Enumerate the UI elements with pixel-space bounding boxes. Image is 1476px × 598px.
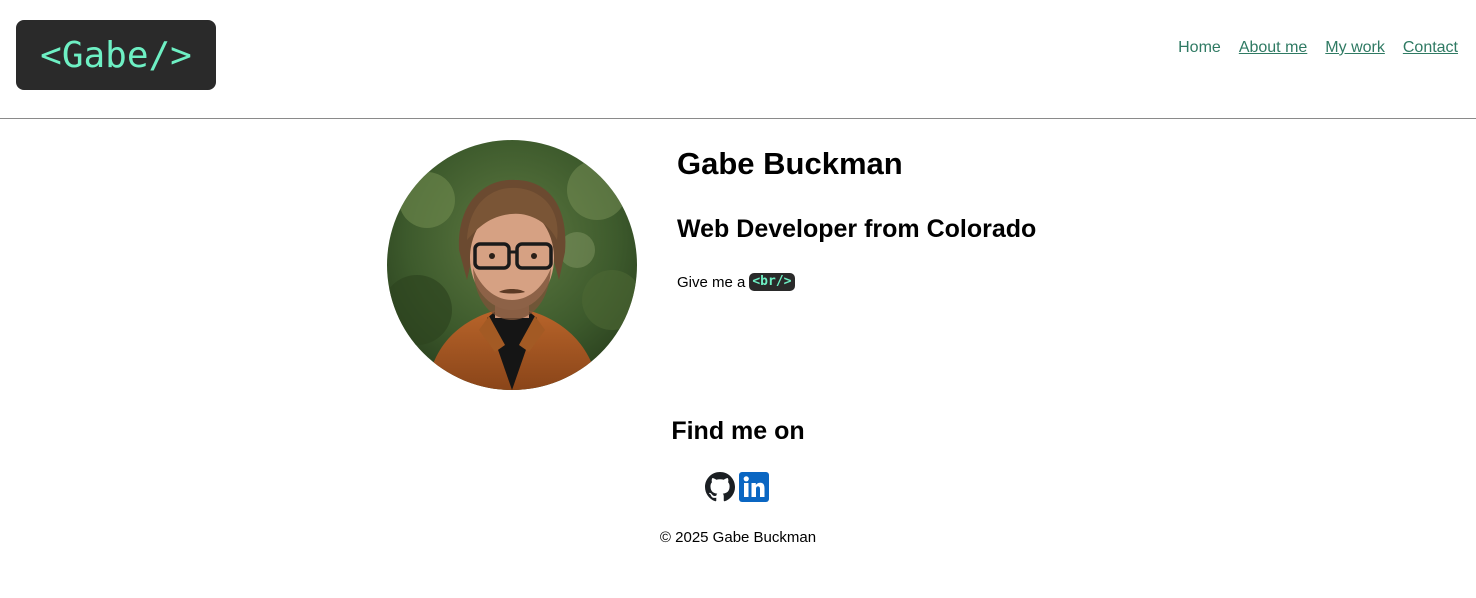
github-icon[interactable] xyxy=(705,472,735,502)
nav-link-about[interactable]: About me xyxy=(1239,39,1307,57)
nav-link-work[interactable]: My work xyxy=(1325,39,1385,57)
footer-copyright: © 2025 Gabe Buckman xyxy=(659,529,817,546)
profile-name: Gabe Buckman xyxy=(677,146,903,181)
main-content: Gabe Buckman Web Developer from Colorado… xyxy=(0,119,1476,598)
social-links xyxy=(705,472,769,502)
social-heading: Find me on xyxy=(671,417,805,445)
profile-tagline: Give me a <br/> xyxy=(677,273,795,291)
nav-link-contact[interactable]: Contact xyxy=(1403,39,1458,57)
profile-subtitle: Web Developer from Colorado xyxy=(677,215,1037,243)
nav-link-home[interactable]: Home xyxy=(1178,39,1221,57)
linkedin-icon[interactable] xyxy=(739,472,769,502)
tagline-text: Give me a xyxy=(677,273,746,291)
main-nav: Home About me My work Contact xyxy=(1178,39,1458,57)
site-header: <Gabe/> Home About me My work Contact xyxy=(0,0,1476,119)
profile-photo xyxy=(387,140,637,390)
tagline-code-badge: <br/> xyxy=(749,273,795,291)
site-logo[interactable]: <Gabe/> xyxy=(16,20,216,90)
